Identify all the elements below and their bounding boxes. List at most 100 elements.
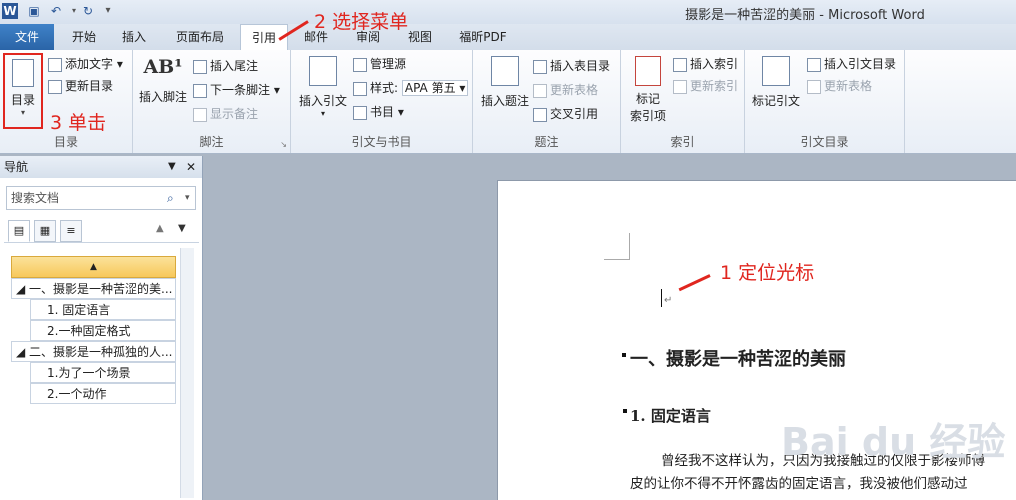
- search-dropdown-icon[interactable]: ▾: [185, 187, 190, 209]
- insert-toa-icon: [807, 57, 821, 72]
- update-index-label: 更新索引: [690, 79, 739, 93]
- toc-group-label: 目录: [53, 135, 78, 149]
- style-value: APA 第五: [404, 81, 456, 95]
- bibliography-label: 书目: [370, 105, 395, 119]
- insert-caption-button[interactable]: 插入题注: [477, 56, 533, 109]
- mark-citation-button[interactable]: 标记引文: [749, 56, 803, 109]
- nav-heading-text: 2.一个动作: [47, 387, 107, 401]
- previous-heading-icon[interactable]: ▲: [156, 223, 164, 234]
- update-toc-label: 更新目录: [65, 79, 114, 93]
- insert-footnote-label: 插入脚注: [138, 90, 187, 104]
- toa-group-label: 引文目录: [800, 135, 849, 149]
- mark-entry-button[interactable]: 标记 索引项: [625, 56, 671, 124]
- insert-citation-button[interactable]: 插入引文 ▾: [295, 56, 351, 118]
- nav-heading-text: 2.一种固定格式: [47, 324, 131, 338]
- update-index-button[interactable]: 更新索引: [673, 76, 738, 96]
- captions-group-label: 题注: [534, 135, 559, 149]
- next-footnote-button[interactable]: 下一条脚注 ▾: [193, 80, 280, 100]
- toc-icon: [12, 59, 34, 87]
- toc-label: 目录: [10, 93, 35, 107]
- update-table-label: 更新表格: [550, 83, 599, 97]
- save-icon[interactable]: ▣: [26, 3, 42, 19]
- next-heading-icon[interactable]: ▼: [178, 223, 186, 234]
- search-placeholder: 搜索文档: [11, 191, 60, 205]
- toc-dropdown-icon: ▾: [20, 108, 25, 117]
- annotation-step-1: 1 定位光标: [720, 262, 815, 284]
- insert-table-of-figures-button[interactable]: 插入表目录: [533, 56, 610, 76]
- navigation-header: 导航 ▼ ✕: [0, 156, 202, 178]
- annotation-step-3: 3 单击: [50, 112, 107, 134]
- insert-endnote-button[interactable]: 插入尾注: [193, 56, 258, 76]
- tab-insert[interactable]: 插入: [112, 24, 156, 50]
- insert-index-button[interactable]: 插入索引: [673, 54, 738, 74]
- insert-caption-icon: [491, 56, 519, 86]
- footnote-group-label: 脚注: [199, 135, 224, 149]
- mark-entry-label-1: 标记: [635, 92, 660, 106]
- nav-scrollbar[interactable]: [180, 248, 194, 498]
- pane-options-icon[interactable]: ▼: [168, 156, 176, 178]
- toc-group: 目录 ▾ 添加文字 ▾ 更新目录 目录: [0, 50, 133, 153]
- watermark: Bai du 经验: [781, 420, 1006, 464]
- insert-toa-button[interactable]: 插入引文目录: [807, 54, 896, 74]
- nav-heading-item[interactable]: 1. 固定语言: [30, 299, 176, 320]
- tab-browse-results[interactable]: ≡: [60, 220, 82, 242]
- manage-sources-button[interactable]: 管理源: [353, 54, 406, 74]
- add-text-button[interactable]: 添加文字 ▾: [48, 54, 123, 74]
- footnote-dialog-launcher-icon[interactable]: ↘: [280, 140, 287, 149]
- update-toa-button[interactable]: 更新表格: [807, 76, 872, 96]
- ribbon: 目录 ▾ 添加文字 ▾ 更新目录 目录 AB¹ 插入脚注 插入尾注 下一条脚注 …: [0, 50, 1016, 154]
- update-toc-button[interactable]: 更新目录: [48, 76, 113, 96]
- customize-qat-icon[interactable]: ▾: [100, 3, 116, 19]
- update-table-button[interactable]: 更新表格: [533, 80, 598, 100]
- redo-icon[interactable]: ↻: [80, 3, 96, 19]
- tab-home[interactable]: 开始: [62, 24, 106, 50]
- paragraph-mark-icon: ↵: [664, 295, 673, 306]
- document-page[interactable]: ↵ 一、摄影是一种苦涩的美丽 1. 固定语言 曾经我不这样认为，只因为我接触过的…: [497, 180, 1016, 500]
- footnote-ab-icon: AB¹: [143, 56, 183, 78]
- heading-bullet: [623, 409, 627, 413]
- manage-sources-icon: [353, 57, 367, 72]
- word-app-icon[interactable]: W: [2, 3, 18, 19]
- table-of-authorities-group: 标记引文 插入引文目录 更新表格 引文目录: [745, 50, 905, 153]
- search-icon[interactable]: ⌕: [167, 187, 174, 209]
- add-text-icon: [48, 57, 62, 72]
- ribbon-tabs: 文件 开始 插入 页面布局 引用 邮件 审阅 视图 福昕PDF: [0, 24, 1016, 51]
- current-position-marker[interactable]: ▲: [11, 256, 176, 278]
- insert-citation-dropdown-icon: ▾: [320, 109, 325, 118]
- style-icon: [353, 81, 367, 96]
- nav-heading-item[interactable]: ◢ 二、摄影是一种孤独的人...: [11, 341, 176, 362]
- tab-page-layout[interactable]: 页面布局: [166, 24, 234, 50]
- nav-heading-item[interactable]: 2.一种固定格式: [30, 320, 176, 341]
- nav-heading-item[interactable]: ◢ 一、摄影是一种苦涩的美...: [11, 278, 176, 299]
- close-icon[interactable]: ✕: [186, 156, 196, 178]
- tab-foxit-pdf[interactable]: 福昕PDF: [450, 24, 516, 50]
- style-dropdown[interactable]: APA 第五 ▾: [401, 80, 469, 96]
- insert-citation-label: 插入引文: [298, 94, 347, 108]
- nav-heading-item[interactable]: 2.一个动作: [30, 383, 176, 404]
- undo-icon[interactable]: ↶: [48, 3, 64, 19]
- tab-browse-headings[interactable]: ▤: [8, 220, 30, 242]
- bibliography-button[interactable]: 书目 ▾: [353, 102, 404, 122]
- insert-endnote-label: 插入尾注: [210, 59, 259, 73]
- style-selector[interactable]: 样式: APA 第五 ▾: [353, 78, 469, 98]
- show-notes-button[interactable]: 显示备注: [193, 104, 258, 124]
- toc-button[interactable]: 目录 ▾: [3, 53, 43, 129]
- search-input[interactable]: 搜索文档 ⌕ ▾: [6, 186, 196, 210]
- insert-toa-label: 插入引文目录: [824, 57, 897, 71]
- cross-reference-label: 交叉引用: [550, 107, 599, 121]
- insert-footnote-button[interactable]: AB¹ 插入脚注: [137, 56, 189, 105]
- citations-group-label: 引文与书目: [351, 135, 412, 149]
- tab-browse-pages[interactable]: ▦: [34, 220, 56, 242]
- show-notes-label: 显示备注: [210, 107, 259, 121]
- cross-reference-button[interactable]: 交叉引用: [533, 104, 598, 124]
- update-toa-icon: [807, 79, 821, 94]
- nav-heading-text: 二、摄影是一种孤独的人...: [29, 345, 173, 359]
- index-group-label: 索引: [670, 135, 695, 149]
- table-of-figures-icon: [533, 59, 547, 74]
- mark-entry-icon: [635, 56, 661, 86]
- update-toa-label: 更新表格: [824, 79, 873, 93]
- paragraph-line: 皮的让你不得不开怀露齿的固定语言，我没被他们感动过: [630, 476, 968, 492]
- manage-sources-label: 管理源: [370, 57, 407, 71]
- nav-heading-item[interactable]: 1.为了一个场景: [30, 362, 176, 383]
- tab-file[interactable]: 文件: [0, 24, 54, 50]
